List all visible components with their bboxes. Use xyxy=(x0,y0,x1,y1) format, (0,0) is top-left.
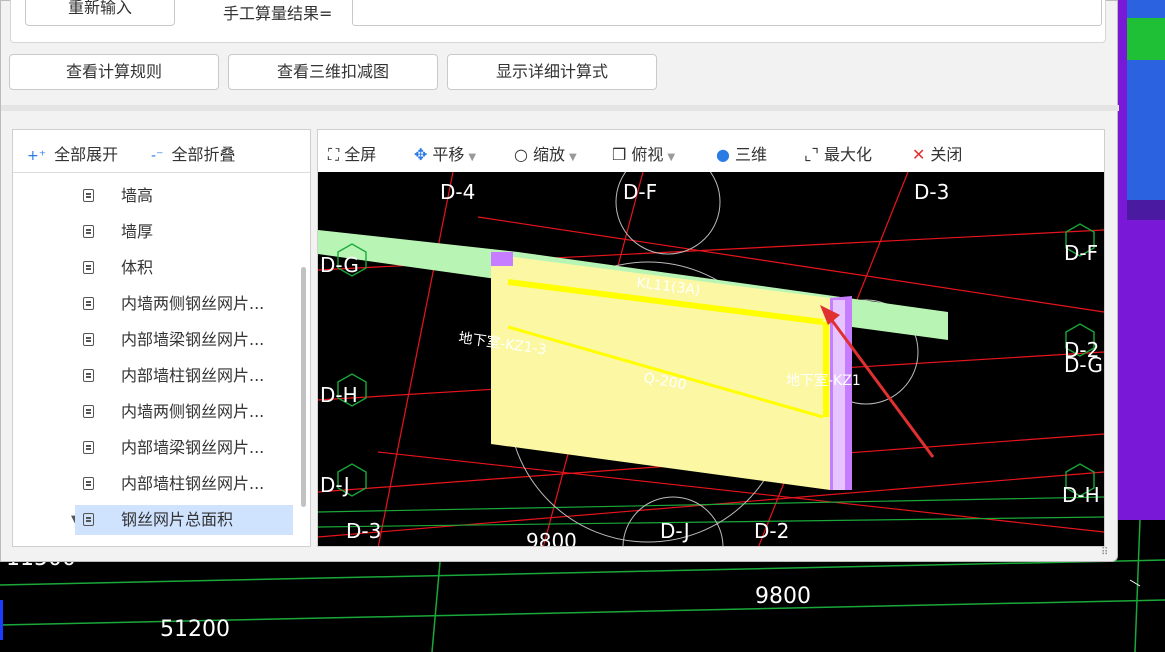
axis-label-df-right: D-F xyxy=(1064,241,1098,265)
viewer-toolbar: ⛶ 全屏 ✥ 平移 ▼ ○ 缩放 ▼ ❒ 俯视 ▼ ● 三维 ⌞⌝ 最大化 ✕ 关闭 xyxy=(318,130,1104,173)
axis-label-d2-bottom: D-2 xyxy=(754,519,789,543)
reinput-button[interactable]: 重新输入 xyxy=(25,0,175,26)
document-icon xyxy=(83,477,94,490)
document-icon xyxy=(83,369,94,382)
close-viewer-button[interactable]: ✕ 关闭 xyxy=(912,141,962,165)
chevron-down-icon: ▼ xyxy=(468,152,477,163)
axis-label-dj-bottom: D-J xyxy=(660,519,690,543)
view-3d-deduct-button[interactable]: 查看三维扣减图 xyxy=(228,54,438,90)
document-icon xyxy=(83,261,94,274)
fullscreen-icon: ⛶ xyxy=(328,145,340,164)
document-icon xyxy=(83,333,94,346)
tree-item-inner-beam-mesh-2[interactable]: 内部墙梁钢丝网片... xyxy=(83,433,295,463)
tree-item-inner-beam-mesh-1[interactable]: 内部墙梁钢丝网片... xyxy=(83,325,295,355)
axis-label-dg-left: D-G xyxy=(320,253,359,277)
zoom-button[interactable]: ○ 缩放 ▼ xyxy=(514,141,577,165)
collapse-all-label: 全部折叠 xyxy=(171,145,236,164)
tree-item-inner-wall-mesh-2[interactable]: 内墙两侧钢丝网片... xyxy=(83,397,295,427)
expand-all-button[interactable]: +⁺ 全部展开 xyxy=(27,141,118,165)
chevron-down-icon: ▼ xyxy=(667,152,676,163)
document-icon xyxy=(83,441,94,454)
tree-item-inner-column-mesh-2[interactable]: 内部墙柱钢丝网片... xyxy=(83,469,295,499)
tree-toolbar: +⁺ 全部展开 -⁻ 全部折叠 xyxy=(13,130,310,173)
manual-result-label: 手工算量结果= xyxy=(223,4,333,23)
close-x-icon: ✕ xyxy=(912,145,926,164)
top-view-button[interactable]: ❒ 俯视 ▼ xyxy=(612,141,675,165)
expand-all-label: 全部展开 xyxy=(54,145,119,164)
document-icon xyxy=(83,189,94,202)
tree-item-wall-height[interactable]: 墙高 xyxy=(83,181,295,211)
3d-viewer-panel: ⛶ 全屏 ✥ 平移 ▼ ○ 缩放 ▼ ❒ 俯视 ▼ ● 三维 ⌞⌝ 最大化 ✕ 关闭 xyxy=(317,129,1105,547)
axis-label-dj-left: D-J xyxy=(320,473,350,497)
chevron-down-icon: ▼ xyxy=(568,152,577,163)
tree-item-wall-thickness[interactable]: 墙厚 xyxy=(83,217,295,247)
axis-label-d4: D-4 xyxy=(440,180,475,204)
scene-dim-9800: 9800 xyxy=(526,529,577,547)
tree-scrollbar[interactable] xyxy=(301,267,306,507)
pan-arrows-icon: ✥ xyxy=(414,145,428,164)
manual-input-panel: 重新输入 手工算量结果= xyxy=(10,0,1106,43)
3d-scene-canvas[interactable]: D-4 D-F D-3 D-F D-G D-2 D-G D-H D-J D-H … xyxy=(318,172,1104,547)
axis-label-d3-top: D-3 xyxy=(914,180,949,204)
axis-label-d3-bottom: D-3 xyxy=(346,519,381,543)
document-icon xyxy=(83,405,94,418)
axis-label-dh-left: D-H xyxy=(320,383,358,407)
tree-item-mesh-total-area[interactable]: 钢丝网片总面积 xyxy=(75,505,293,535)
magnifier-icon: ○ xyxy=(514,145,528,164)
document-icon xyxy=(83,225,94,238)
sphere-3d-icon: ● xyxy=(716,145,730,164)
collapse-minus-icon: -⁻ xyxy=(151,148,164,164)
axis-label-dg-right: D-G xyxy=(1064,353,1103,377)
tree-item-inner-column-mesh-1[interactable]: 内部墙柱钢丝网片... xyxy=(83,361,295,391)
fullscreen-button[interactable]: ⛶ 全屏 xyxy=(328,141,376,165)
collapse-all-button[interactable]: -⁻ 全部折叠 xyxy=(151,141,235,165)
cube-icon: ❒ xyxy=(612,145,627,164)
background-dim-9800: 9800 xyxy=(755,584,811,609)
calculation-dialog: 重新输入 手工算量结果= 查看计算规则 查看三维扣减图 显示详细计算式 +⁺ 全部… xyxy=(0,0,1119,562)
pan-button[interactable]: ✥ 平移 ▼ xyxy=(414,141,476,165)
tree-item-volume[interactable]: 体积 xyxy=(83,253,295,283)
axis-label-df-top: D-F xyxy=(623,180,657,204)
tree-item-inner-wall-mesh-1[interactable]: 内墙两侧钢丝网片... xyxy=(83,289,295,319)
axis-label-dh-right: D-H xyxy=(1062,483,1100,507)
three-d-button[interactable]: ● 三维 xyxy=(716,141,767,165)
section-divider xyxy=(1,105,1119,111)
expand-plus-icon: +⁺ xyxy=(27,148,47,164)
resize-grip-icon[interactable]: ⠿ xyxy=(1101,547,1108,558)
tree-item-partial xyxy=(83,541,295,546)
column-label-right: 地下室-KZ1 xyxy=(786,372,861,389)
document-icon xyxy=(83,513,94,526)
manual-result-input[interactable] xyxy=(352,0,1102,26)
document-icon xyxy=(83,297,94,310)
show-detail-formula-button[interactable]: 显示详细计算式 xyxy=(447,54,657,90)
calc-item-tree-panel: +⁺ 全部展开 -⁻ 全部折叠 墙高 墙厚 体积 内墙两侧钢丝网片... 内部墙梁钢… xyxy=(12,129,311,547)
maximize-corners-icon: ⌞⌝ xyxy=(804,145,819,164)
maximize-button[interactable]: ⌞⌝ 最大化 xyxy=(804,141,872,165)
background-dim-51200: 51200 xyxy=(160,617,230,642)
view-rules-button[interactable]: 查看计算规则 xyxy=(9,54,219,90)
